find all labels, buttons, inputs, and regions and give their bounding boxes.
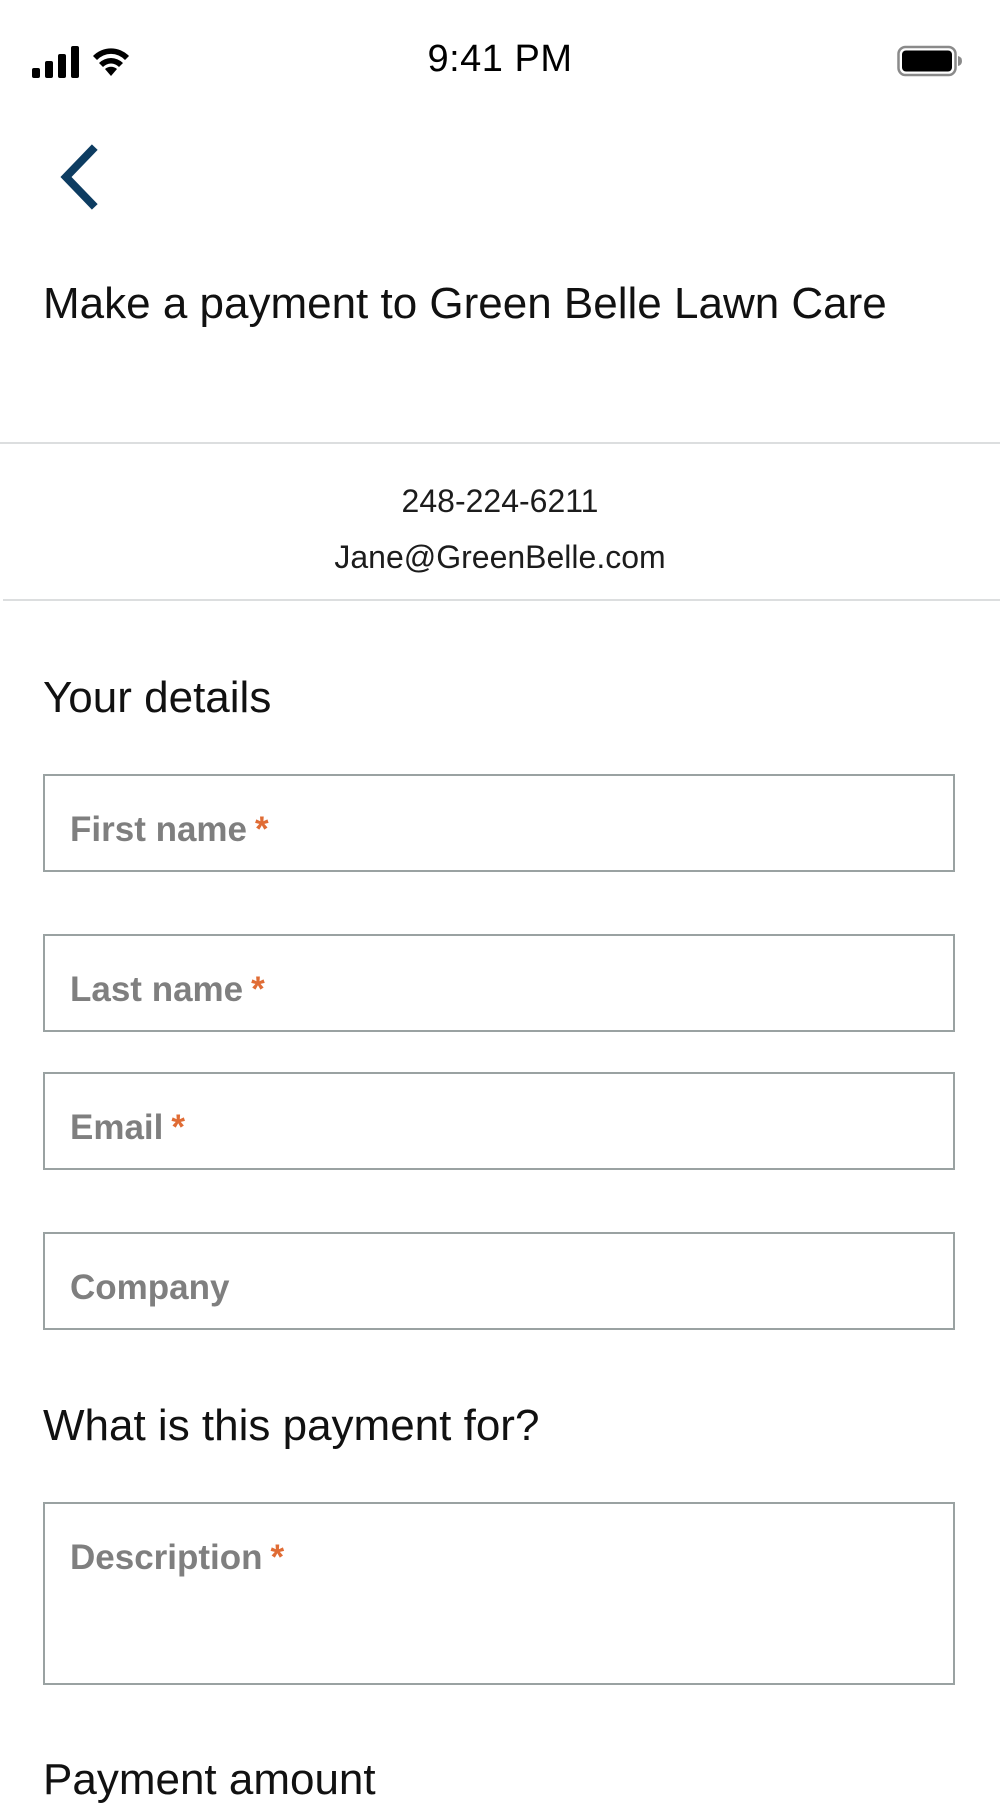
last-name-label: Last name *: [70, 970, 265, 1009]
email-label: Email *: [70, 1108, 186, 1147]
chevron-left-icon: [60, 144, 98, 210]
payment-purpose-heading: What is this payment for?: [43, 1401, 540, 1450]
status-time: 9:41 PM: [427, 38, 573, 80]
required-asterisk: *: [255, 810, 269, 849]
contact-email[interactable]: Jane@GreenBelle.com: [0, 537, 1000, 577]
email-field[interactable]: Email *: [43, 1072, 955, 1170]
first-name-label: First name *: [70, 810, 269, 849]
required-asterisk: *: [251, 970, 265, 1009]
bottom-divider: [3, 599, 1000, 601]
company-label: Company: [70, 1268, 230, 1307]
last-name-field[interactable]: Last name *: [43, 934, 955, 1032]
battery-icon: [897, 45, 962, 77]
required-asterisk: *: [171, 1108, 186, 1147]
your-details-heading: Your details: [43, 673, 272, 722]
status-bar: 9:41 PM: [0, 0, 1000, 124]
contact-phone[interactable]: 248-224-6211: [0, 481, 1000, 521]
required-asterisk: *: [270, 1538, 285, 1577]
description-label: Description *: [70, 1538, 285, 1577]
top-divider: [0, 442, 1000, 444]
company-field[interactable]: Company: [43, 1232, 955, 1330]
back-button[interactable]: [48, 138, 110, 216]
page-title: Make a payment to Green Belle Lawn Care: [43, 279, 887, 328]
payment-amount-heading: Payment amount: [43, 1755, 376, 1804]
first-name-field[interactable]: First name *: [43, 774, 955, 872]
description-field[interactable]: Description *: [43, 1502, 955, 1685]
